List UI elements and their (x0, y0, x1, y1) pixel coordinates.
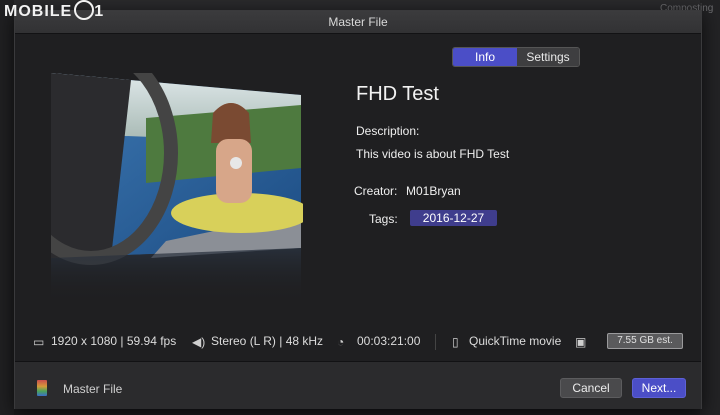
resolution-text: 1920 x 1080 | 59.94 fps (51, 334, 177, 348)
cancel-button[interactable]: Cancel (560, 378, 622, 398)
divider (435, 334, 436, 350)
tag-token[interactable]: 2016-12-27 (410, 210, 497, 226)
tab-info[interactable]: Info (453, 48, 517, 66)
watermark-logo: MOBILE 1 (4, 0, 104, 22)
watermark-circle-icon (74, 0, 95, 20)
tab-switcher: Info Settings (452, 47, 580, 67)
tab-settings[interactable]: Settings (517, 48, 579, 66)
description-text: This video is about FHD Test (356, 147, 510, 161)
background-app-right (700, 0, 720, 415)
dialog-title: Master File (15, 11, 701, 34)
background-app-left (0, 0, 14, 415)
media-title: FHD Test (356, 83, 439, 105)
share-dialog: Master File Info Settings FHD Test Descr… (14, 10, 702, 409)
color-chip-icon (37, 380, 47, 396)
audio-text: Stereo (L R) | 48 kHz (211, 334, 324, 348)
media-info-row: ▭ 1920 x 1080 | 59.94 fps ◀) Stereo (L R… (15, 331, 701, 353)
video-thumbnail (51, 73, 303, 303)
format-text: QuickTime movie (469, 334, 562, 348)
clock-icon: ◔ (337, 335, 345, 349)
dialog-footer: Master File Cancel Next... (15, 361, 701, 409)
creator-label: Creator: (354, 184, 398, 198)
description-label: Description: (356, 124, 420, 138)
file-size-estimate: 7.55 GB est. (607, 333, 683, 349)
creator-value: M01Bryan (406, 184, 461, 198)
preset-name: Master File (63, 382, 123, 396)
duration-text: 00:03:21:00 (357, 334, 421, 348)
monitor-icon: ▭ (33, 335, 45, 349)
speaker-icon: ◀) (192, 335, 206, 349)
next-button[interactable]: Next... (632, 378, 686, 398)
tags-label: Tags: (369, 212, 398, 226)
display-icon[interactable]: ▣ (575, 335, 586, 349)
document-icon: ▯ (452, 335, 459, 349)
